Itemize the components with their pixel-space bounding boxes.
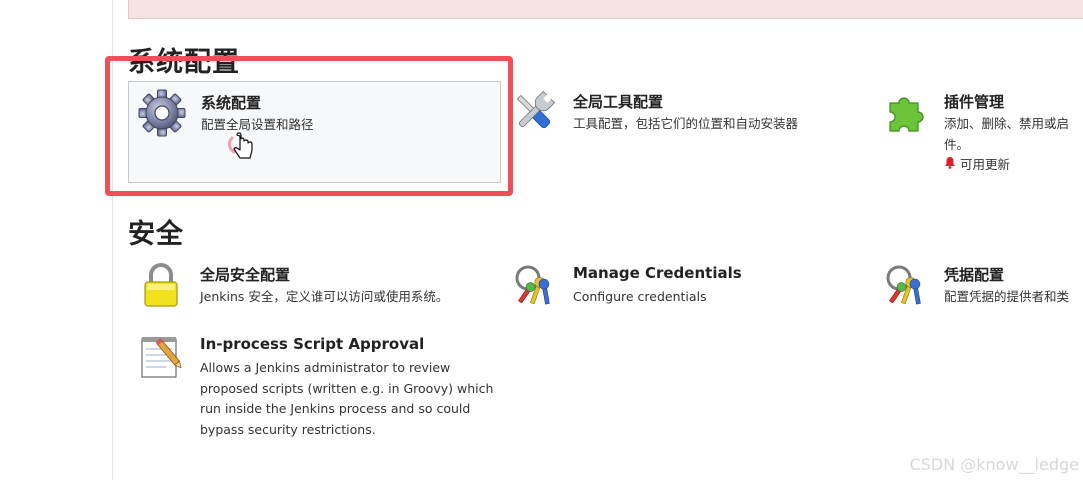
notepad-pencil-icon xyxy=(136,331,186,381)
manage-item-desc-line: proposed scripts (written e.g. in Groovy… xyxy=(200,380,494,396)
bell-icon xyxy=(944,155,956,176)
manage-item-desc-line: 添加、删除、禁用或启 xyxy=(944,116,1070,131)
manage-item-desc-line: run inside the Jenkins process and so co… xyxy=(200,401,471,416)
manage-item-title: 凭据配置 xyxy=(944,266,1005,284)
manage-item-title: 系统配置 xyxy=(201,94,262,112)
update-available-label: 可用更新 xyxy=(960,157,1011,172)
manage-item-desc: Allows a Jenkins administrator to review… xyxy=(200,358,493,440)
manage-item-global-security[interactable]: 全局安全配置 Jenkins 安全，定义谁可以访问或使用系统。 xyxy=(128,254,501,318)
manage-item-desc: 添加、删除、禁用或启 件。 可用更新 xyxy=(944,114,1069,176)
manage-item-system-config[interactable]: 系统配置 配置全局设置和路径 xyxy=(128,81,501,183)
keys-icon xyxy=(509,260,559,310)
alert-banner xyxy=(128,0,1083,19)
keys-icon xyxy=(880,260,930,310)
manage-item-desc-line: bypass security restrictions. xyxy=(200,421,376,437)
wrench-screwdriver-icon xyxy=(509,87,559,137)
manage-item-global-tools[interactable]: 全局工具配置 工具配置，包括它们的位置和自动安装器 xyxy=(501,81,871,183)
jenkins-manage-page: 系统配置 系统配置 配置全局设置和路径 全局工具配置 工具配置，包括它们的位置和… xyxy=(0,0,1083,480)
manage-item-desc-line: 件。 xyxy=(944,136,970,152)
puzzle-piece-icon xyxy=(880,87,930,137)
manage-item-title: Manage Credentials xyxy=(573,264,742,282)
padlock-icon xyxy=(136,260,186,310)
manage-item-title: 全局工具配置 xyxy=(573,93,664,111)
watermark-text: CSDN @know__ledge xyxy=(909,455,1079,474)
manage-item-desc: Configure credentials xyxy=(573,289,707,304)
update-available-badge[interactable]: 可用更新 xyxy=(944,155,1069,176)
section-title-security: 安全 xyxy=(128,219,184,250)
manage-item-desc-line: Allows a Jenkins administrator to review xyxy=(200,360,451,375)
manage-item-title: 插件管理 xyxy=(944,93,1005,111)
manage-item-desc: 配置凭据的提供者和类 xyxy=(944,289,1070,304)
manage-item-desc: 工具配置，包括它们的位置和自动安装器 xyxy=(573,116,799,131)
manage-item-plugin-manager[interactable]: 插件管理 添加、删除、禁用或启 件。 可用更新 xyxy=(872,81,1083,183)
gear-icon xyxy=(137,88,187,138)
section-title-system-config: 系统配置 xyxy=(128,47,240,78)
manage-item-manage-credentials[interactable]: Manage Credentials Configure credentials xyxy=(501,254,871,318)
side-panel-divider xyxy=(112,0,113,480)
manage-item-title: 全局安全配置 xyxy=(200,266,291,284)
manage-item-desc: 配置全局设置和路径 xyxy=(201,117,314,132)
manage-item-script-approval[interactable]: In-process Script Approval Allows a Jenk… xyxy=(128,325,501,440)
manage-item-desc: Jenkins 安全，定义谁可以访问或使用系统。 xyxy=(200,289,449,304)
manage-item-title: In-process Script Approval xyxy=(200,335,425,353)
manage-item-credential-providers[interactable]: 凭据配置 配置凭据的提供者和类 xyxy=(872,254,1083,318)
